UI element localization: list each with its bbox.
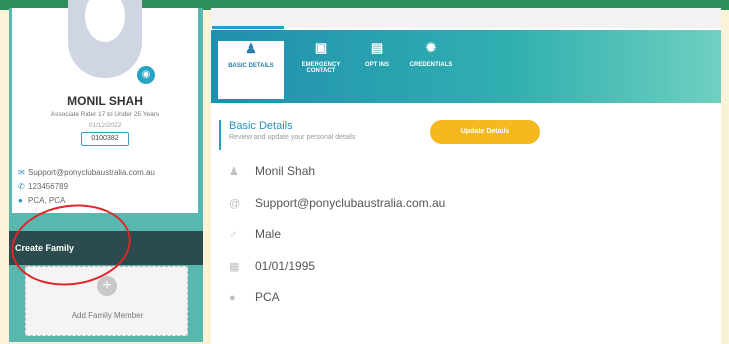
profile-date: 01/12/2022 — [88, 122, 122, 129]
detail-dob: 01/01/1995 — [255, 259, 316, 273]
detail-club-row: ● PCA — [229, 290, 280, 304]
phone-icon: ✆ — [18, 182, 25, 191]
profile-role: Associate Rider 17 to Under 25 Years — [50, 111, 160, 118]
main-content: ♟ BASIC DETAILS ▣ EMERGENCY CONTACT ▤ OP… — [211, 8, 721, 344]
camera-icon[interactable]: ◉ — [137, 66, 155, 84]
section-subtitle: Review and update your personal details — [229, 134, 356, 141]
calendar-icon: ▦ — [229, 261, 240, 273]
tab-credentials[interactable]: ✹ CREDENTIALS — [401, 40, 461, 98]
avatar — [68, 0, 142, 78]
tab-emergency-contact[interactable]: ▣ EMERGENCY CONTACT — [290, 40, 352, 98]
section-accent-bar — [219, 120, 221, 150]
detail-gender: Male — [255, 227, 282, 241]
at-icon: @ — [229, 198, 241, 210]
male-icon: ♂ — [229, 229, 238, 241]
detail-gender-row: ♂ Male — [229, 227, 281, 241]
location-pin-icon: ● — [229, 292, 236, 304]
person-icon: ♟ — [229, 166, 239, 178]
tab-opt-ins[interactable]: ▤ OPT INS — [357, 40, 397, 98]
document-icon: ▤ — [370, 40, 384, 55]
profile-email[interactable]: Support@ponyclubaustralia.com.au — [28, 168, 155, 177]
detail-name: Monil Shah — [255, 164, 316, 178]
section-title: Basic Details — [229, 120, 293, 132]
detail-dob-row: ▦ 01/01/1995 — [229, 259, 315, 273]
person-icon: ♟ — [245, 41, 257, 56]
detail-email: Support@ponyclubaustralia.com.au — [255, 196, 446, 210]
profile-name: MONIL SHAH — [67, 94, 143, 108]
profile-email-row: ✉ Support@ponyclubaustralia.com.au — [18, 168, 155, 177]
member-id-badge: 0100382 — [81, 132, 129, 146]
profile-sidebar: ◉ MONIL SHAH Associate Rider 17 to Under… — [9, 0, 203, 342]
tab-basic-details[interactable]: ♟ BASIC DETAILS — [218, 41, 284, 99]
update-details-button[interactable]: Update Details — [430, 120, 540, 144]
detail-email-row: @ Support@ponyclubaustralia.com.au — [229, 196, 445, 210]
profile-phone: 123456789 — [28, 182, 69, 191]
profile-location-row: ● PCA, PCA — [18, 196, 65, 205]
detail-club: PCA — [255, 290, 280, 304]
contact-card-icon: ▣ — [314, 40, 328, 55]
detail-name-row: ♟ Monil Shah — [229, 164, 315, 178]
location-pin-icon: ● — [18, 196, 23, 205]
tab-accent-line — [212, 26, 284, 29]
profile-location: PCA, PCA — [28, 196, 66, 205]
plus-icon: + — [97, 276, 117, 296]
badge-icon: ✹ — [425, 40, 437, 55]
profile-phone-row: ✆ 123456789 — [18, 182, 68, 191]
profile-card: ◉ MONIL SHAH Associate Rider 17 to Under… — [12, 0, 198, 213]
tab-header-strip — [211, 8, 721, 28]
add-family-label: Add Family Member — [71, 311, 144, 320]
mail-icon: ✉ — [18, 168, 25, 177]
tab-bar: ♟ BASIC DETAILS ▣ EMERGENCY CONTACT ▤ OP… — [211, 30, 721, 103]
